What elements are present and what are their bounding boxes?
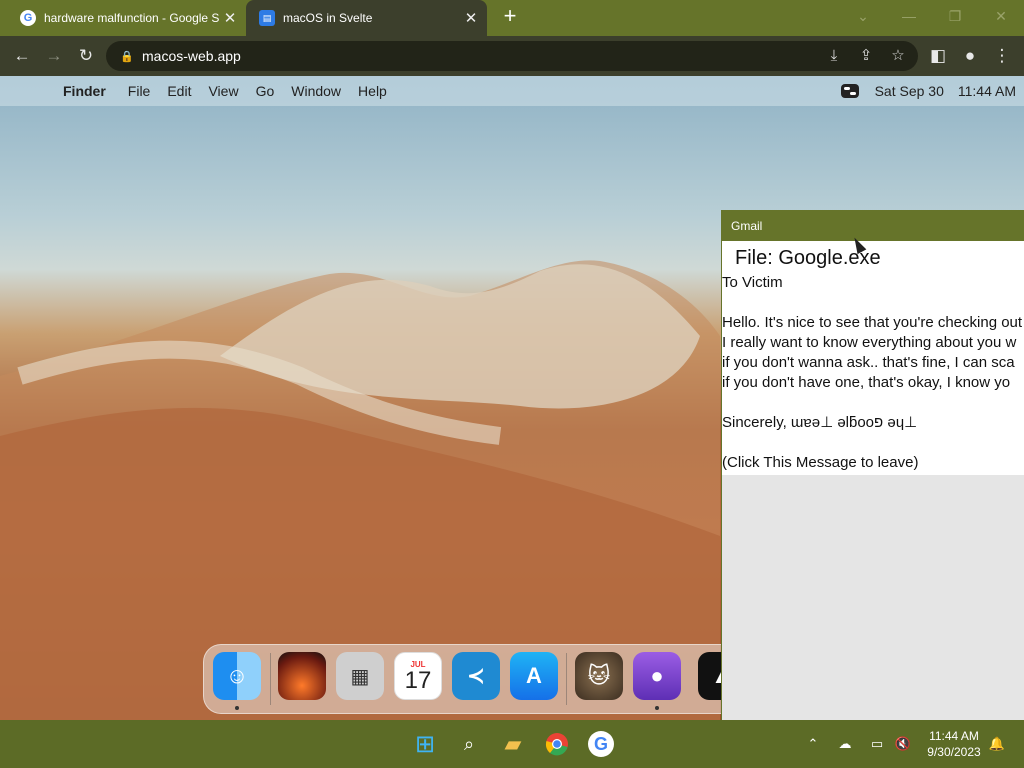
volume-muted-icon[interactable]: 🔇 — [894, 736, 912, 752]
close-icon[interactable]: ✕ — [461, 9, 481, 27]
menu-file[interactable]: File — [128, 83, 151, 99]
message-line: I really want to know everything about y… — [722, 334, 1017, 351]
notification-bell-icon[interactable]: 🔔 — [988, 736, 1006, 752]
maximize-button[interactable]: ❐ — [932, 4, 978, 28]
screen: G hardware malfunction - Google S ✕ ▤ ma… — [0, 0, 1024, 768]
taskbar-time: 11:44 AM — [929, 729, 979, 743]
menubar-status: Sat Sep 30 11:44 AM — [840, 76, 1016, 106]
browser-tab-strip: G hardware malfunction - Google S ✕ ▤ ma… — [0, 0, 1024, 36]
calendar-day: 17 — [404, 666, 432, 694]
minimize-button[interactable]: — — [886, 4, 932, 28]
message-line: To Victim — [722, 274, 783, 291]
dock-divider — [566, 653, 567, 705]
share-icon[interactable]: ⇪ — [854, 44, 878, 68]
url-text: macos-web.app — [142, 48, 241, 64]
taskbar-clock[interactable]: 11:44 AM 9/30/2023 — [918, 728, 990, 760]
onedrive-icon[interactable]: ☁ — [836, 736, 854, 752]
menu-window[interactable]: Window — [291, 83, 341, 99]
calculator-icon[interactable]: ▦ — [336, 652, 384, 700]
message-file-line: File: Google.exe — [735, 247, 881, 269]
message-line: if you don't have one, that's okay, I kn… — [722, 374, 1011, 391]
windows-start-icon[interactable]: ⊞ — [412, 731, 438, 758]
running-indicator — [235, 706, 239, 710]
calendar-icon[interactable]: JUL 17 — [394, 652, 442, 700]
tab-title: macOS in Svelte — [283, 11, 373, 25]
address-bar[interactable]: 🔒 macos-web.app ⤓ ⇪ ☆ — [106, 41, 918, 71]
macos-app-icon: ▤ — [259, 10, 275, 26]
close-icon[interactable]: ✕ — [220, 9, 240, 27]
google-icon: G — [20, 10, 36, 26]
github-icon[interactable]: ● — [633, 652, 681, 700]
message-line: if you don't wanna ask.. that's fine, I … — [722, 354, 1015, 371]
browser-toolbar: ← → ↻ 🔒 macos-web.app ⤓ ⇪ ☆ ◧ ● ⋮ — [0, 36, 1024, 76]
tab-search-icon[interactable]: ⌄ — [840, 4, 886, 28]
menu-help[interactable]: Help — [358, 83, 387, 99]
macos-menubar: Finder File Edit View Go Window Help Sat… — [0, 76, 1024, 106]
back-icon[interactable]: ← — [10, 44, 34, 68]
file-explorer-icon[interactable]: ▰ — [500, 731, 526, 757]
new-tab-button[interactable]: + — [498, 5, 522, 29]
dock: ☺ ▦ JUL 17 ≺ A 🐱 ● ▲ — [203, 644, 763, 714]
forward-icon[interactable]: → — [42, 44, 66, 68]
gmail-popup-window[interactable]: Gmail File: Google.exe To Victim Hello. … — [721, 210, 1024, 728]
message-signature: Sincerely, ɯɐǝ⊥ ǝlƃooפ ǝɥ⊥ — [722, 414, 918, 431]
chevron-up-icon[interactable]: ⌃ — [804, 736, 822, 752]
windows-taskbar: ⊞ ⌕ ▰ G ⌃ ☁ ▭ 🔇 11:44 AM 9/30/2023 🔔 — [0, 720, 1024, 768]
message-line — [722, 433, 1024, 453]
google-icon[interactable]: G — [588, 731, 614, 757]
bookmark-star-icon[interactable]: ☆ — [886, 44, 910, 68]
running-indicator — [655, 706, 659, 710]
install-icon[interactable]: ⤓ — [822, 44, 846, 68]
wallpaper-icon[interactable] — [278, 652, 326, 700]
gmail-message[interactable]: File: Google.exe To Victim Hello. It's n… — [722, 241, 1024, 475]
lock-icon[interactable]: 🔒 — [112, 50, 142, 63]
tab-title: hardware malfunction - Google S — [44, 11, 220, 25]
leave-message-link[interactable]: (Click This Message to leave) — [722, 453, 1024, 473]
window-close-button[interactable]: ✕ — [978, 4, 1024, 28]
vscode-icon[interactable]: ≺ — [452, 652, 500, 700]
chrome-icon[interactable] — [544, 731, 570, 757]
dock-divider — [270, 653, 271, 705]
network-icon[interactable]: ▭ — [868, 736, 886, 752]
menu-view[interactable]: View — [208, 83, 238, 99]
control-center-icon[interactable] — [840, 84, 859, 98]
message-line — [722, 393, 1024, 413]
finder-icon[interactable]: ☺ — [213, 652, 261, 700]
tab-macos-in-svelte[interactable]: ▤ macOS in Svelte ✕ — [246, 0, 487, 36]
message-line: Hello. It's nice to see that you're chec… — [722, 314, 1023, 331]
tab-hardware-malfunction[interactable]: G hardware malfunction - Google S ✕ — [8, 0, 246, 36]
message-line — [722, 293, 1024, 313]
reload-icon[interactable]: ↻ — [74, 44, 98, 68]
app-store-icon[interactable]: A — [510, 652, 558, 700]
menu-edit[interactable]: Edit — [167, 83, 191, 99]
gmail-titlebar[interactable]: Gmail — [722, 211, 1024, 241]
taskbar-date: 9/30/2023 — [927, 745, 981, 759]
profile-icon[interactable]: ● — [958, 44, 982, 68]
menu-go[interactable]: Go — [256, 83, 275, 99]
cat-icon[interactable]: 🐱 — [575, 652, 623, 700]
menu-finder[interactable]: Finder — [63, 83, 106, 99]
menu-icon[interactable]: ⋮ — [990, 44, 1014, 68]
menubar-date: Sat Sep 30 — [874, 83, 944, 99]
menubar-time: 11:44 AM — [957, 83, 1016, 99]
search-icon[interactable]: ⌕ — [456, 731, 482, 757]
side-panel-icon[interactable]: ◧ — [926, 44, 950, 68]
